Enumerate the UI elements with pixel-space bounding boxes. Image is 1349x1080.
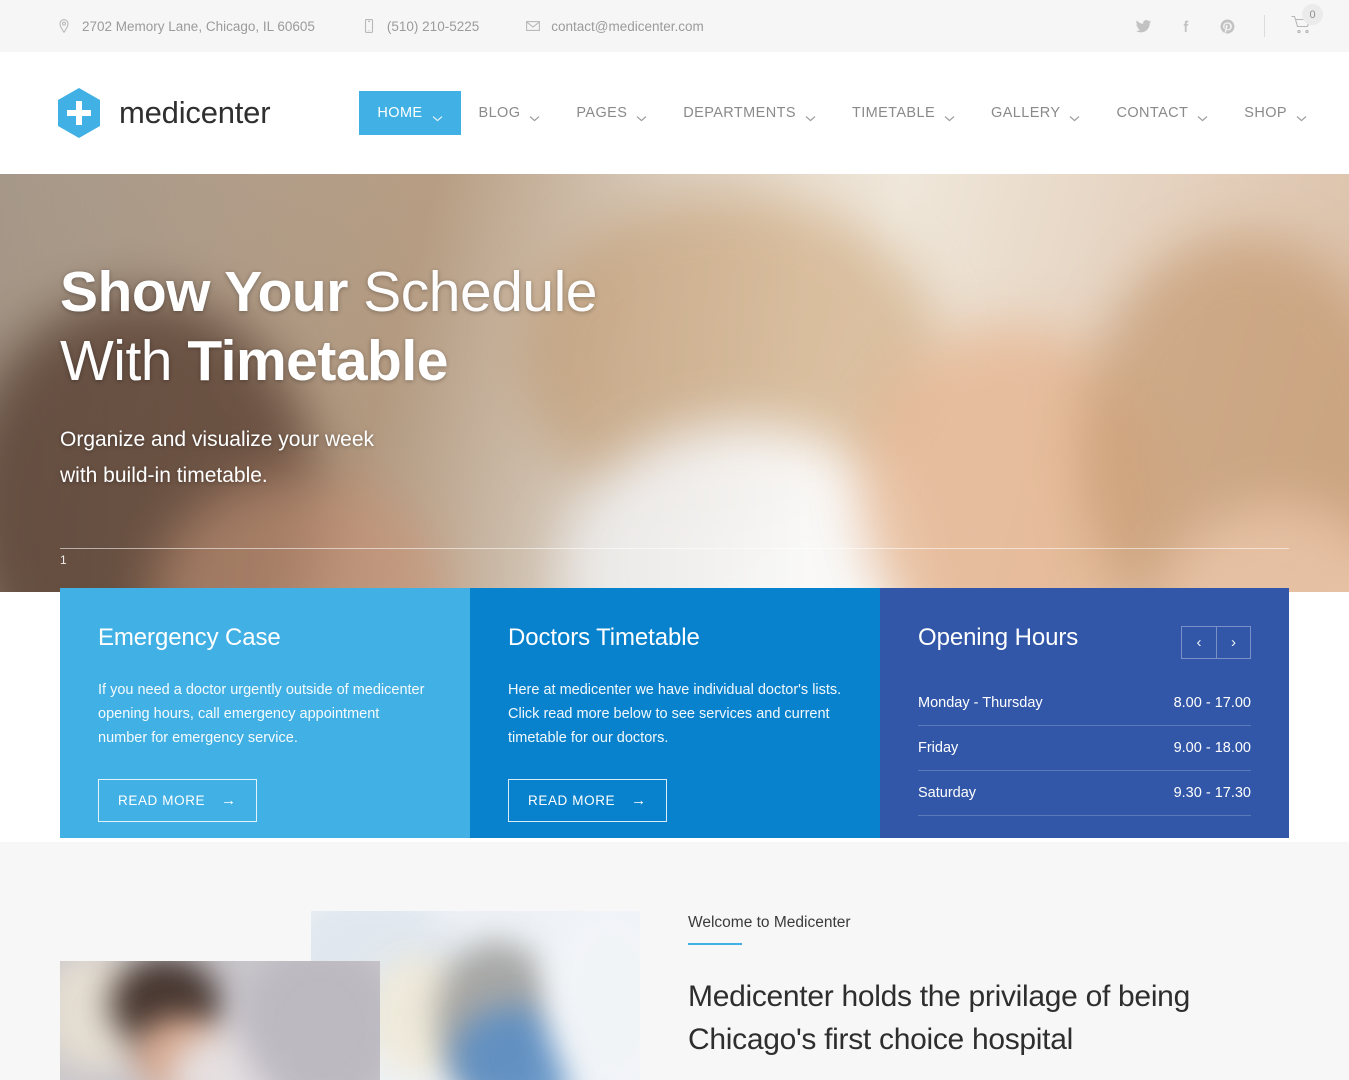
- timetable-read-more-label: READ MORE: [528, 793, 616, 808]
- main-navigation: HOME BLOG PAGES DEPARTMENTS TIMETABLE GA…: [359, 91, 1325, 135]
- welcome-kicker: Welcome to Medicenter: [688, 914, 851, 931]
- opening-hours-list: Monday - Thursday 8.00 - 17.00 Friday 9.…: [918, 681, 1251, 816]
- hero-subtitle-line-2: with build-in timetable.: [60, 464, 268, 487]
- opening-hours-time: 9.00 - 18.00: [1173, 740, 1251, 756]
- emergency-case-text: If you need a doctor urgently outside of…: [98, 682, 425, 746]
- welcome-heading: Medicenter holds the privilage of being …: [688, 975, 1248, 1061]
- email-item: contact@medicenter.com: [525, 18, 704, 34]
- hero-slider: Show Your Schedule With Timetable Organi…: [0, 174, 1349, 592]
- welcome-photo-patient: [60, 961, 380, 1080]
- top-utility-bar: 2702 Memory Lane, Chicago, IL 60605 (510…: [0, 0, 1349, 52]
- emergency-case-title: Emergency Case: [98, 624, 281, 651]
- arrow-right-icon: →: [631, 792, 647, 809]
- emergency-read-more-label: READ MORE: [118, 793, 206, 808]
- hero-subtitle: Organize and visualize your week with bu…: [60, 422, 1349, 494]
- slider-slide-number: 1: [60, 553, 67, 567]
- hero-subtitle-line-1: Organize and visualize your week: [60, 428, 374, 451]
- welcome-accent-rule: [688, 943, 742, 945]
- nav-label-pages: PAGES: [576, 105, 628, 121]
- welcome-heading-line-1: Medicenter holds the privilage of being: [688, 980, 1190, 1013]
- logo-text: medicenter: [119, 95, 271, 130]
- opening-hours-pager: ‹ ›: [1181, 626, 1251, 659]
- hero-heading-bold-2: Timetable: [187, 329, 448, 393]
- chevron-down-icon: [944, 110, 955, 121]
- opening-hours-row: Saturday 9.30 - 17.30: [918, 771, 1251, 816]
- site-header: medicenter HOME BLOG PAGES DEPARTMENTS T…: [0, 52, 1349, 174]
- twitter-icon[interactable]: [1122, 0, 1164, 52]
- topbar-divider: [1264, 15, 1265, 37]
- welcome-section: Welcome to Medicenter Medicenter holds t…: [0, 842, 1349, 1080]
- chevron-down-icon: [432, 110, 443, 121]
- social-links: 0: [1122, 0, 1325, 52]
- hero-heading-light-1: Schedule: [363, 260, 597, 324]
- opening-hours-next-button[interactable]: ›: [1216, 627, 1250, 658]
- welcome-photo-collage: [0, 842, 640, 1080]
- welcome-heading-line-2: Chicago's first choice hospital: [688, 1023, 1073, 1056]
- timetable-read-more-button[interactable]: READ MORE →: [508, 779, 667, 822]
- doctors-timetable-title: Doctors Timetable: [508, 624, 700, 651]
- opening-hours-row: Monday - Thursday 8.00 - 17.00: [918, 681, 1251, 726]
- opening-hours-header: Opening Hours ‹ ›: [918, 624, 1251, 659]
- nav-item-pages[interactable]: PAGES: [558, 91, 665, 135]
- hero-heading: Show Your Schedule With Timetable: [60, 258, 1349, 396]
- pinterest-icon[interactable]: [1206, 0, 1248, 52]
- opening-hours-day: Friday: [918, 740, 959, 756]
- nav-item-departments[interactable]: DEPARTMENTS: [665, 91, 834, 135]
- hexagon-plus-icon: [56, 87, 102, 139]
- emergency-read-more-button[interactable]: READ MORE →: [98, 779, 257, 822]
- chevron-down-icon: [805, 110, 816, 121]
- mobile-phone-icon: [361, 18, 377, 34]
- address-item: 2702 Memory Lane, Chicago, IL 60605: [56, 18, 315, 34]
- welcome-copy: Welcome to Medicenter Medicenter holds t…: [688, 914, 1248, 1061]
- opening-hours-day: Monday - Thursday: [918, 695, 1043, 711]
- arrow-right-icon: →: [221, 792, 237, 809]
- nav-item-shop[interactable]: SHOP: [1226, 91, 1325, 135]
- nav-item-gallery[interactable]: GALLERY: [973, 91, 1098, 135]
- hero-heading-bold-1: Show Your: [60, 260, 348, 324]
- cart-count-badge: 0: [1302, 4, 1323, 25]
- hero-content: Show Your Schedule With Timetable Organi…: [0, 174, 1349, 494]
- nav-label-blog: BLOG: [478, 105, 521, 121]
- opening-hours-prev-button[interactable]: ‹: [1182, 627, 1216, 658]
- doctors-timetable-panel: Doctors Timetable Here at medicenter we …: [470, 588, 880, 838]
- opening-hours-panel: Opening Hours ‹ › Monday - Thursday 8.00…: [880, 588, 1289, 838]
- nav-item-contact[interactable]: CONTACT: [1098, 91, 1226, 135]
- chevron-down-icon: [1069, 110, 1080, 121]
- site-logo[interactable]: medicenter: [56, 87, 271, 139]
- nav-label-timetable: TIMETABLE: [851, 105, 936, 121]
- feature-panels: Emergency Case If you need a doctor urge…: [60, 588, 1289, 838]
- phone-text: (510) 210-5225: [386, 18, 480, 34]
- chevron-down-icon: [636, 110, 647, 121]
- nav-label-home: HOME: [377, 105, 423, 121]
- nav-item-timetable[interactable]: TIMETABLE: [834, 91, 973, 135]
- envelope-icon: [525, 18, 541, 34]
- chevron-down-icon: [1296, 110, 1307, 121]
- phone-item: (510) 210-5225: [361, 18, 479, 34]
- slider-progress-bar[interactable]: [60, 548, 1289, 549]
- cart-button[interactable]: 0: [1279, 0, 1325, 52]
- emergency-case-panel: Emergency Case If you need a doctor urge…: [60, 588, 470, 838]
- chevron-down-icon: [1197, 110, 1208, 121]
- opening-hours-row: Friday 9.00 - 18.00: [918, 726, 1251, 771]
- nav-label-shop: SHOP: [1244, 105, 1287, 121]
- nav-item-blog[interactable]: BLOG: [461, 91, 559, 135]
- doctors-timetable-text: Here at medicenter we have individual do…: [508, 682, 842, 746]
- facebook-icon[interactable]: [1164, 0, 1206, 52]
- email-text: contact@medicenter.com: [551, 18, 704, 34]
- nav-label-contact: CONTACT: [1116, 105, 1189, 121]
- opening-hours-time: 9.30 - 17.30: [1173, 785, 1251, 801]
- opening-hours-time: 8.00 - 17.00: [1173, 695, 1251, 711]
- nav-label-gallery: GALLERY: [991, 105, 1061, 121]
- address-text: 2702 Memory Lane, Chicago, IL 60605: [82, 18, 315, 34]
- chevron-down-icon: [529, 110, 540, 121]
- opening-hours-title: Opening Hours: [918, 624, 1079, 651]
- nav-label-departments: DEPARTMENTS: [683, 105, 796, 121]
- map-pin-icon: [56, 18, 72, 34]
- hero-heading-light-2: With: [60, 329, 173, 393]
- opening-hours-day: Saturday: [918, 785, 977, 801]
- nav-item-home[interactable]: HOME: [359, 91, 461, 135]
